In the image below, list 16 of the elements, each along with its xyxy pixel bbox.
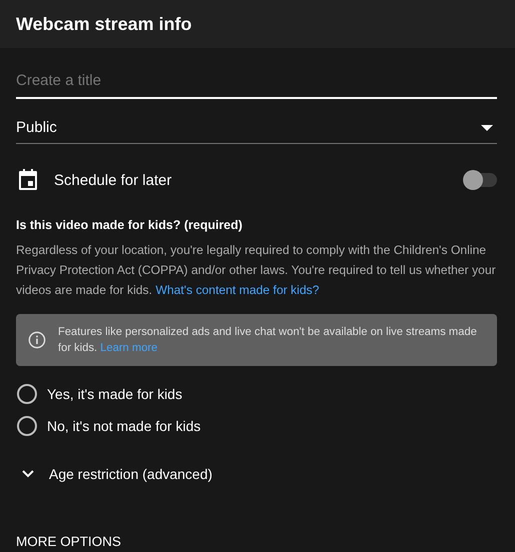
calendar-icon: [16, 168, 40, 192]
schedule-label: Schedule for later: [54, 172, 173, 188]
kids-radio-option[interactable]: No, it's not made for kids: [16, 410, 201, 442]
kids-radio-option[interactable]: Yes, it's made for kids: [16, 378, 182, 410]
dialog-title: Webcam stream info: [16, 14, 192, 34]
kids-question: Is this video made for kids? (required): [16, 218, 244, 232]
visibility-dropdown[interactable]: Public: [16, 101, 497, 144]
notice-text: Features like personalized ads and live chat won't be available on live streams made for kids. Learn more: [58, 325, 478, 356]
title-field[interactable]: Create a title: [16, 52, 497, 99]
age-restriction-toggle[interactable]: Age restriction (advanced): [16, 456, 212, 492]
more-options-button[interactable]: MORE OPTIONS: [16, 534, 122, 549]
caret-icon: [481, 124, 493, 130]
info-icon: [28, 331, 46, 349]
coppa-description: Regardless of your location, you're legally required to comply with the Children's Online Privacy Protection Act (COPPA) and/or other laws. You're required to tell us whether your videos are made for kids. What's content made for kids?: [16, 242, 497, 299]
content-for-kids-link[interactable]: What's content made for kids?: [156, 283, 320, 297]
schedule-toggle[interactable]: [463, 170, 497, 190]
